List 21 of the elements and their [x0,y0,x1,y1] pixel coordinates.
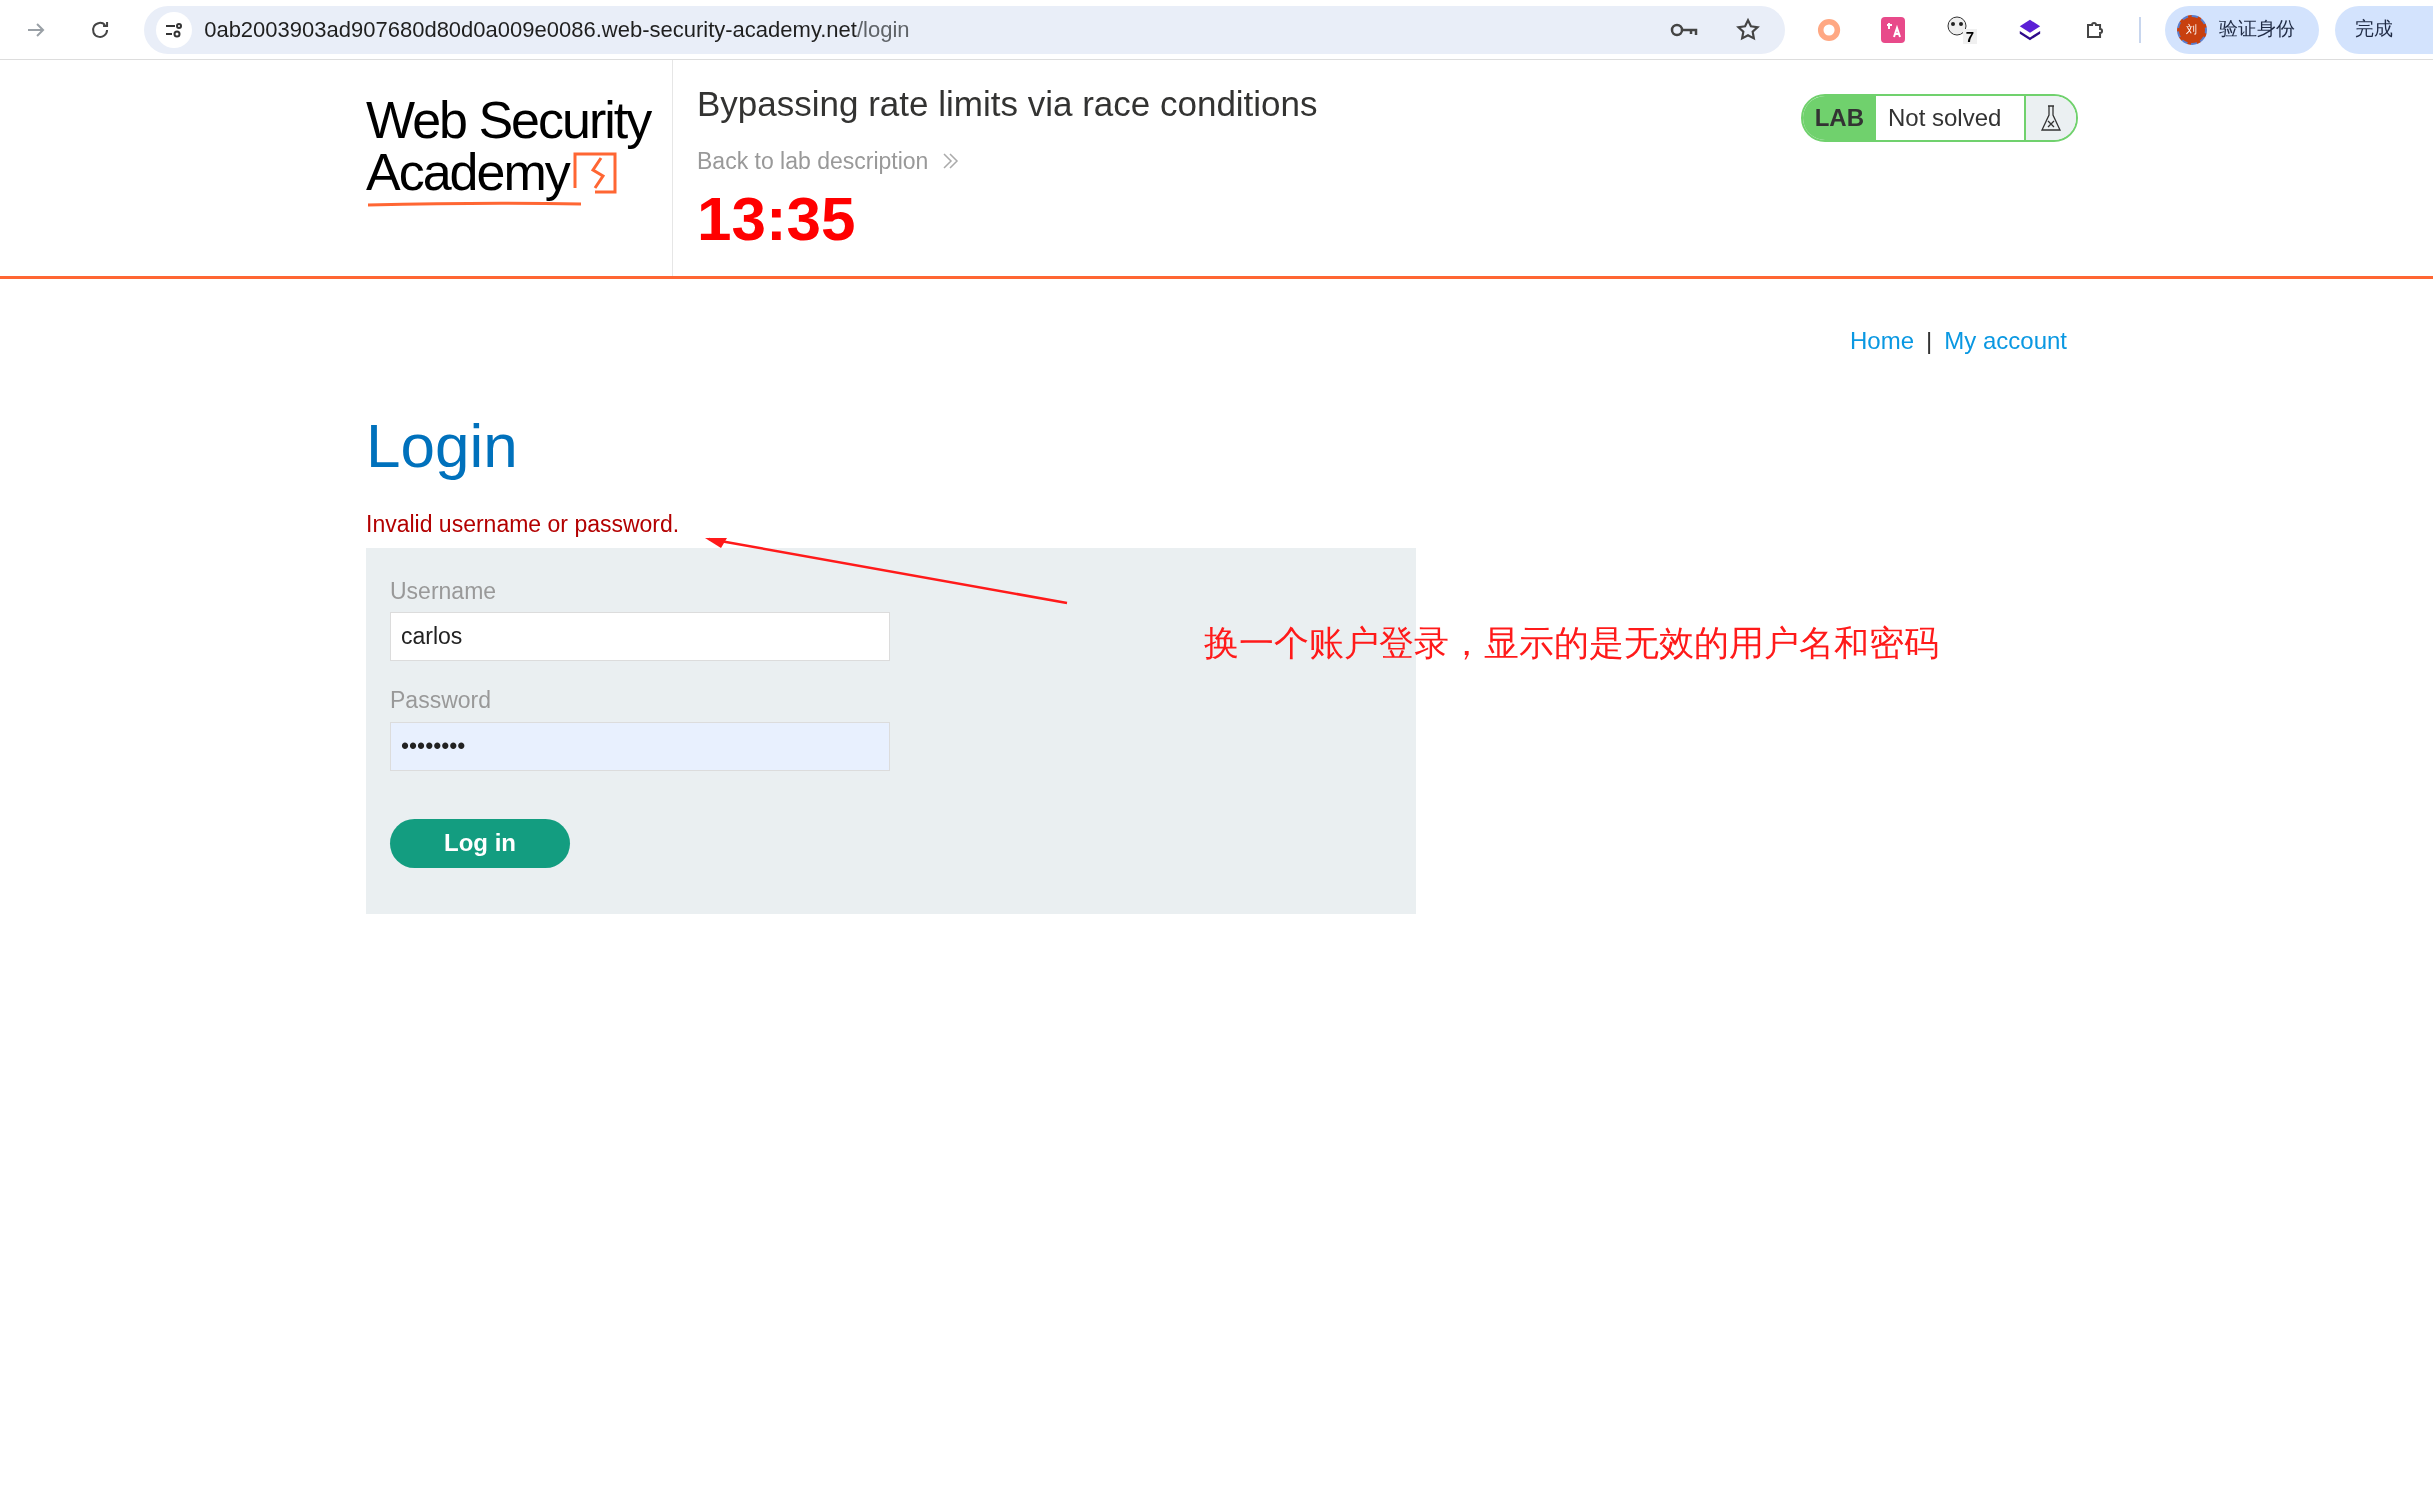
nav-separator: | [1926,326,1933,356]
lab-label: LAB [1802,96,1876,140]
address-bar[interactable]: 0ab2003903ad907680d80d0a009e0086.web-security-academy.net/login [144,5,1785,54]
lab-title: Bypassing rate limits via race conditions [697,83,1319,125]
avatar: 刘 [2176,14,2207,45]
profile-button[interactable]: 刘 验证身份 [2164,5,2319,54]
star-icon[interactable] [1734,16,1761,43]
translate-icon[interactable] [1880,16,1905,43]
text-input[interactable]: •••••••• [390,721,890,771]
site-info-icon[interactable] [156,11,193,48]
update-button[interactable]: 完成 [2334,5,2433,54]
extension-badge: 7 [1962,29,1978,44]
countdown-timer: 13:35 [697,186,857,251]
text-input[interactable]: carlos [390,612,890,661]
annotation-text: 换一个账户登录，显示的是无效的用户名和密码 [1204,622,1939,664]
field-label: Username [390,576,497,606]
url-text: 0ab2003903ad907680d80d0a009e0086.web-security-academy.net/login [204,16,910,44]
login-heading: Login [366,411,518,481]
error-message: Invalid username or password. [366,510,680,539]
profile-label: 验证身份 [2218,17,2295,42]
field-label: Password [390,686,491,715]
